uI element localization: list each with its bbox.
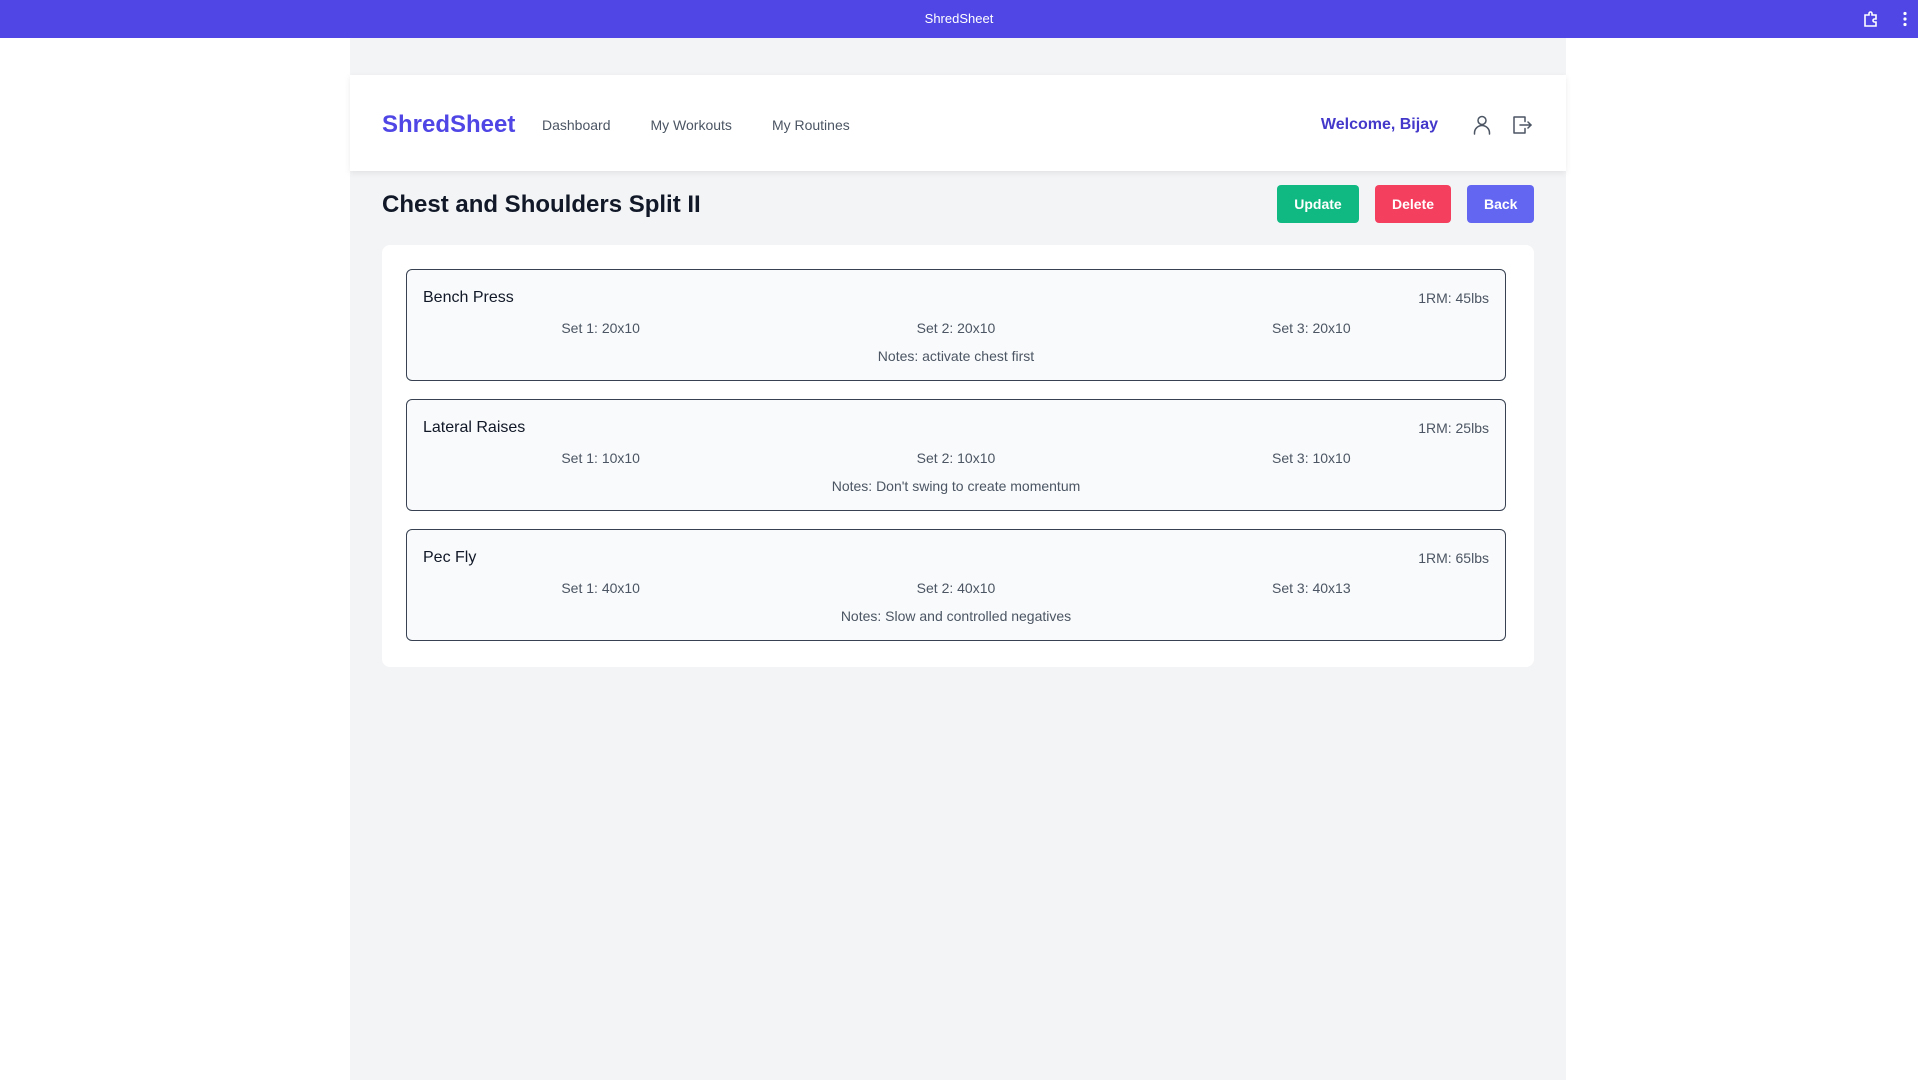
back-button[interactable]: Back bbox=[1467, 185, 1534, 223]
app-logo[interactable]: ShredSheet bbox=[382, 111, 515, 139]
exercise-set: Set 3: 20x10 bbox=[1272, 320, 1351, 336]
exercise-list-panel: Bench Press 1RM: 45lbs Set 1: 20x10 Set … bbox=[382, 245, 1534, 667]
more-vertical-icon[interactable] bbox=[1902, 11, 1908, 27]
exercise-set: Set 1: 40x10 bbox=[561, 580, 640, 596]
update-button[interactable]: Update bbox=[1277, 185, 1359, 223]
exercise-set: Set 1: 10x10 bbox=[561, 450, 640, 466]
exercise-set: Set 3: 10x10 bbox=[1272, 450, 1351, 466]
exercise-name: Lateral Raises bbox=[423, 419, 526, 436]
exercise-notes: Notes: Slow and controlled negatives bbox=[840, 608, 1072, 624]
exercise-sets: Set 1: 20x10 Set 2: 20x10 Set 3: 20x10 bbox=[423, 320, 1489, 336]
exercise-notes: Notes: Don't swing to create momentum bbox=[831, 478, 1081, 494]
window-titlebar: ShredSheet bbox=[0, 0, 1918, 38]
exercise-card: Pec Fly 1RM: 65lbs Set 1: 40x10 Set 2: 4… bbox=[406, 529, 1506, 641]
welcome-message: Welcome, Bijay bbox=[1320, 116, 1438, 133]
app-container: ShredSheet Dashboard My Workouts My Rout… bbox=[350, 38, 1566, 1080]
nav-links: Dashboard My Workouts My Routines bbox=[542, 117, 850, 133]
exercise-sets: Set 1: 40x10 Set 2: 40x10 Set 3: 40x13 bbox=[423, 580, 1489, 596]
nav-link-dashboard[interactable]: Dashboard bbox=[542, 117, 611, 133]
exercise-set: Set 2: 20x10 bbox=[916, 320, 996, 336]
exercise-name: Pec Fly bbox=[423, 549, 477, 566]
nav-link-my-routines[interactable]: My Routines bbox=[772, 117, 850, 133]
exercise-one-rep-max: 1RM: 65lbs bbox=[1418, 550, 1489, 566]
exercise-name: Bench Press bbox=[423, 289, 514, 306]
exercise-notes: Notes: activate chest first bbox=[877, 348, 1035, 364]
exercise-set: Set 2: 40x10 bbox=[916, 580, 996, 596]
navbar: ShredSheet Dashboard My Workouts My Rout… bbox=[350, 75, 1566, 171]
user-icon[interactable] bbox=[1470, 113, 1494, 137]
exercise-one-rep-max: 1RM: 45lbs bbox=[1418, 290, 1489, 306]
nav-user-area: Welcome, Bijay bbox=[1321, 113, 1534, 137]
nav-link-my-workouts[interactable]: My Workouts bbox=[651, 117, 732, 133]
action-buttons: Update Delete Back bbox=[1277, 185, 1534, 223]
exercise-one-rep-max: 1RM: 25lbs bbox=[1418, 420, 1489, 436]
exercise-card: Lateral Raises 1RM: 25lbs Set 1: 10x10 S… bbox=[406, 399, 1506, 511]
extension-icon[interactable] bbox=[1862, 10, 1880, 28]
page-header: Chest and Shoulders Split II Update Dele… bbox=[382, 183, 1534, 227]
exercise-set: Set 1: 20x10 bbox=[561, 320, 640, 336]
exercise-set: Set 3: 40x13 bbox=[1272, 580, 1351, 596]
page-title: Chest and Shoulders Split II bbox=[382, 191, 701, 218]
exercise-sets: Set 1: 10x10 Set 2: 10x10 Set 3: 10x10 bbox=[423, 450, 1489, 466]
logout-icon[interactable] bbox=[1510, 113, 1534, 137]
delete-button[interactable]: Delete bbox=[1375, 185, 1451, 223]
exercise-set: Set 2: 10x10 bbox=[916, 450, 996, 466]
window-title: ShredSheet bbox=[924, 11, 994, 26]
exercise-card: Bench Press 1RM: 45lbs Set 1: 20x10 Set … bbox=[406, 269, 1506, 381]
